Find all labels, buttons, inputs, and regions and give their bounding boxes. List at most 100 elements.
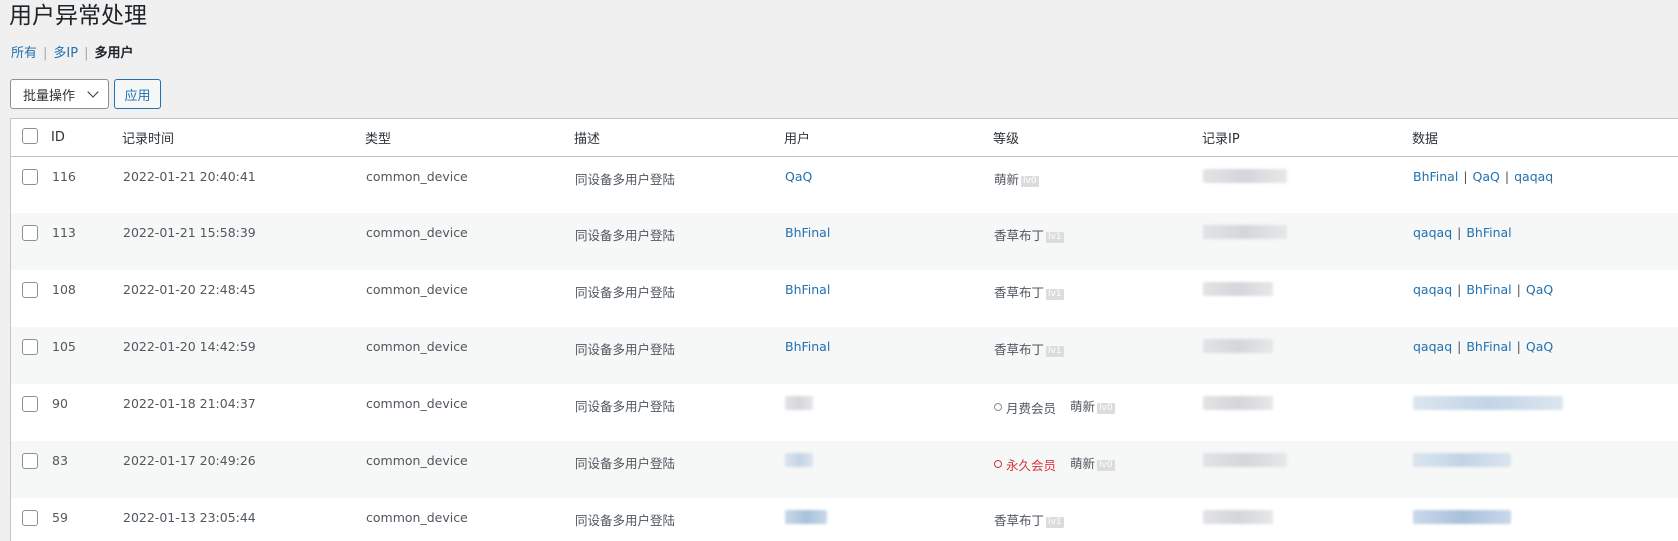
cell-level: 香草布丁 lv1 (993, 213, 1202, 270)
cell-level: 永久会员 萌新 lv0 (993, 441, 1202, 498)
data-user-link[interactable]: qaqaq (1514, 169, 1553, 184)
cell-time: 2022-01-17 20:49:26 (123, 453, 256, 468)
cell-id: 90 (52, 396, 68, 411)
cell-level: 香草布丁 lv1 (993, 327, 1202, 384)
data-user-link[interactable]: QaQ (1526, 339, 1553, 354)
membership-badge: 永久会员 (994, 455, 1056, 474)
cell-id: 108 (52, 282, 76, 297)
data-user-link[interactable]: QaQ (1473, 169, 1500, 184)
user-link[interactable]: BhFinal (785, 282, 830, 297)
cell-id: 113 (52, 225, 76, 240)
cell-id: 105 (52, 339, 76, 354)
data-user-link[interactable]: qaqaq (1413, 225, 1452, 240)
select-all-checkbox[interactable] (22, 128, 38, 145)
column-header-time[interactable]: 记录时间 (122, 119, 365, 156)
row-checkbox[interactable] (22, 282, 38, 298)
table-header-row: ID 记录时间 类型 描述 用户 等级 记录IP 数据 (11, 119, 1678, 156)
bulk-action-select[interactable]: 批量操作 (10, 79, 109, 109)
cell-desc: 同设备多用户登陆 (575, 171, 676, 187)
level-name: 香草布丁 (994, 342, 1045, 357)
cell-time: 2022-01-20 14:42:59 (123, 339, 256, 354)
cell-desc: 同设备多用户登陆 (575, 399, 676, 414)
level-badge: lv0 (1021, 175, 1039, 187)
cell-time: 2022-01-13 23:05:44 (123, 510, 256, 525)
user-link[interactable]: QaQ (785, 169, 812, 184)
column-header-type[interactable]: 类型 (365, 119, 574, 156)
data-user-link[interactable]: QaQ (1526, 282, 1553, 297)
apply-button[interactable]: 应用 (114, 79, 161, 109)
filter-multi-user-current[interactable]: 多用户 (94, 45, 133, 63)
cell-level: 香草布丁 lv1 (993, 270, 1202, 327)
table-row: 116 2022-01-21 20:40:41 common_device 同设… (11, 156, 1678, 213)
user-link[interactable]: BhFinal (785, 225, 830, 240)
circle-icon (994, 460, 1002, 468)
redacted-ip (1203, 168, 1287, 183)
level-badge: lv1 (1046, 517, 1064, 528)
redacted-ip (1203, 510, 1273, 524)
view-filters: 所有 | 多IP | 多用户 (11, 45, 134, 63)
table-row: 90 2022-01-18 21:04:37 common_device 同设备… (11, 384, 1678, 441)
cell-id: 83 (52, 453, 68, 468)
data-separator: | (1463, 168, 1468, 184)
row-checkbox[interactable] (22, 225, 38, 241)
cell-desc: 同设备多用户登陆 (575, 285, 676, 300)
level-name: 香草布丁 (994, 513, 1045, 528)
data-separator: | (1516, 282, 1521, 297)
cell-level: 月费会员 萌新 lv0 (993, 384, 1202, 441)
column-header-level[interactable]: 等级 (993, 119, 1202, 156)
row-checkbox[interactable] (22, 510, 38, 526)
column-header-id[interactable]: ID (51, 119, 122, 156)
level-name: 香草布丁 (994, 285, 1045, 300)
redacted-ip (1203, 396, 1273, 410)
membership-label: 月费会员 (1006, 400, 1057, 416)
data-user-link[interactable]: BhFinal (1466, 282, 1511, 297)
redacted-ip (1203, 225, 1287, 239)
table-row: 108 2022-01-20 22:48:45 common_device 同设… (11, 270, 1678, 327)
level-badge: lv1 (1046, 289, 1064, 300)
level-badge: lv0 (1097, 403, 1115, 414)
data-separator: | (1457, 225, 1462, 240)
cell-level: 香草布丁 lv1 (993, 498, 1202, 541)
cell-level: 萌新 lv0 (993, 156, 1202, 213)
data-user-link[interactable]: qaqaq (1413, 282, 1452, 297)
redacted-ip (1203, 453, 1287, 467)
cell-type: common_device (366, 453, 468, 468)
column-header-data[interactable]: 数据 (1412, 119, 1678, 156)
row-checkbox[interactable] (22, 339, 38, 355)
user-link[interactable]: BhFinal (785, 339, 830, 354)
redacted-user (785, 510, 827, 524)
cell-desc: 同设备多用户登陆 (575, 456, 676, 471)
level-name: 萌新 (994, 171, 1020, 187)
data-user-link[interactable]: BhFinal (1466, 225, 1511, 240)
data-user-link[interactable]: BhFinal (1466, 339, 1511, 354)
membership-badge: 月费会员 (994, 398, 1056, 417)
data-user-link[interactable]: qaqaq (1413, 339, 1452, 354)
level-name: 香草布丁 (994, 228, 1045, 243)
circle-icon (994, 403, 1002, 411)
page-title: 用户异常处理 (9, 3, 147, 29)
membership-label: 永久会员 (1006, 457, 1057, 473)
level-badge: lv1 (1046, 232, 1064, 243)
filter-all-link[interactable]: 所有 (11, 45, 37, 63)
chevron-down-icon (87, 86, 99, 98)
bulk-action-label: 批量操作 (23, 88, 76, 104)
redacted-data (1413, 453, 1511, 467)
data-separator: | (1457, 339, 1462, 354)
table-row: 59 2022-01-13 23:05:44 common_device 同设备… (11, 498, 1678, 541)
column-header-user[interactable]: 用户 (784, 119, 993, 156)
table-row: 113 2022-01-21 15:58:39 common_device 同设… (11, 213, 1678, 270)
column-header-ip[interactable]: 记录IP (1202, 119, 1412, 156)
data-user-link[interactable]: BhFinal (1413, 169, 1458, 184)
column-header-desc[interactable]: 描述 (574, 119, 784, 156)
row-checkbox[interactable] (22, 453, 38, 469)
row-checkbox[interactable] (22, 168, 38, 185)
row-checkbox[interactable] (22, 396, 38, 412)
data-separator: | (1504, 168, 1510, 184)
filter-multi-ip-link[interactable]: 多IP (53, 45, 78, 63)
data-separator: | (1457, 282, 1462, 297)
redacted-data (1413, 396, 1563, 410)
redacted-data (1413, 510, 1511, 524)
redacted-ip (1203, 339, 1273, 353)
redacted-user (785, 453, 813, 467)
cell-time: 2022-01-18 21:04:37 (123, 396, 256, 411)
